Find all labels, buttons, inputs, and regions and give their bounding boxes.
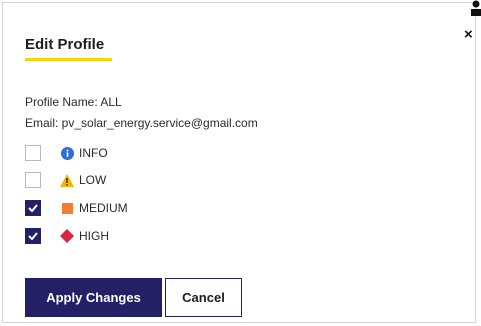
low-checkbox[interactable] bbox=[25, 172, 41, 188]
info-checkbox[interactable] bbox=[25, 145, 41, 161]
info-label: INFO bbox=[79, 146, 108, 160]
severity-row-medium: MEDIUM bbox=[25, 199, 128, 217]
medium-label: MEDIUM bbox=[79, 201, 128, 215]
checkmark-icon bbox=[28, 232, 38, 240]
diamond-icon bbox=[60, 229, 74, 243]
severity-row-low: LOW bbox=[25, 171, 106, 189]
apply-changes-button[interactable]: Apply Changes bbox=[25, 278, 162, 317]
medium-checkbox[interactable] bbox=[25, 200, 41, 216]
info-circle-icon bbox=[60, 146, 74, 160]
close-icon[interactable]: × bbox=[464, 27, 473, 42]
user-icon bbox=[471, 0, 481, 16]
email-text: Email: pv_solar_energy.service@gmail.com bbox=[25, 116, 258, 130]
high-checkbox[interactable] bbox=[25, 228, 41, 244]
low-label: LOW bbox=[79, 173, 107, 187]
square-icon bbox=[60, 201, 74, 215]
dialog-title: Edit Profile bbox=[25, 36, 105, 53]
severity-row-high: HIGH bbox=[25, 227, 109, 245]
profile-name-text: Profile Name: ALL bbox=[25, 95, 122, 109]
high-label: HIGH bbox=[79, 229, 109, 243]
warning-triangle-icon bbox=[60, 173, 74, 187]
cancel-button[interactable]: Cancel bbox=[165, 278, 242, 317]
edit-profile-dialog: Edit Profile Profile Name: ALL Email: pv… bbox=[2, 2, 476, 323]
title-underline bbox=[25, 58, 112, 61]
checkmark-icon bbox=[28, 204, 38, 212]
severity-row-info: INFO bbox=[25, 144, 108, 162]
